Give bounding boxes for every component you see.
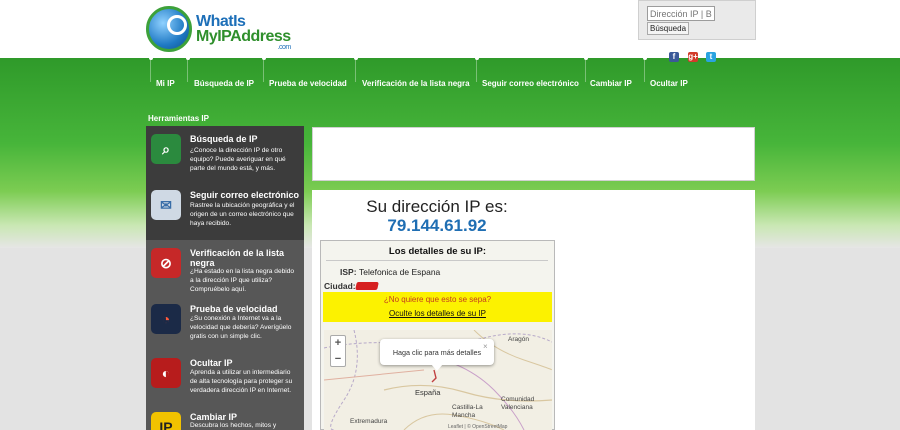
sidebar-item-desc: Rastree la ubicación geográfica y el ori… xyxy=(190,202,295,227)
nav-cambiar-ip[interactable]: Cambiar IP xyxy=(590,79,632,88)
spy-icon: ◐ xyxy=(151,358,181,388)
map-popup-tip xyxy=(431,364,443,371)
map-label-extremadura: Extremadura xyxy=(350,418,388,425)
ip-address-value: 79.144.61.92 xyxy=(387,216,487,235)
sidebar-item-desc: ¿Ha estado en la lista negra debido a la… xyxy=(190,268,295,293)
ad-banner xyxy=(312,127,755,181)
nav-line xyxy=(476,60,477,82)
map-label-aragon: Aragón xyxy=(508,336,529,343)
nav-lista-negra[interactable]: Verificación de la lista negra xyxy=(362,79,470,88)
ip-details-title: Los detalles de su IP: xyxy=(388,246,487,257)
map-label-espana: España xyxy=(415,388,441,397)
map-icon: ✉ xyxy=(151,190,181,220)
nav-mi-ip[interactable]: Mi IP xyxy=(156,79,175,88)
google-plus-icon[interactable]: g+ xyxy=(688,52,698,62)
city-redaction xyxy=(355,282,379,290)
nav-prueba-velocidad[interactable]: Prueba de velocidad xyxy=(269,79,347,88)
nav-line xyxy=(263,60,264,82)
sidebar-item-prueba-velocidad[interactable]: ◔ Prueba de velocidad ¿Su conexión a Int… xyxy=(146,296,304,350)
nav-line xyxy=(187,60,188,82)
sidebar-item-title: Búsqueda de IP xyxy=(190,134,258,144)
sidebar-item-lista-negra[interactable]: ⊘ Verificación de la lista negra ¿Ha est… xyxy=(146,240,304,296)
sidebar-item-title: Ocultar IP xyxy=(190,358,233,368)
close-icon[interactable]: × xyxy=(483,342,488,351)
sidebar-item-title: Prueba de velocidad xyxy=(190,304,278,314)
zoom-in-button[interactable]: + xyxy=(330,335,346,351)
isp-label: ISP: xyxy=(340,267,357,277)
hide-ip-link[interactable]: Oculte los detalles de su IP xyxy=(323,309,552,318)
map-label-castilla: Castilla-La Mancha xyxy=(452,404,483,419)
sidebar-item-desc: Aprenda a utilizar un intermediario de a… xyxy=(190,369,293,394)
sidebar-item-ocultar-ip[interactable]: ◐ Ocultar IP Aprenda a utilizar un inter… xyxy=(146,350,304,406)
logo-text: WhatIs MyIPAddress .com xyxy=(196,14,291,52)
nav-line xyxy=(585,60,586,82)
hide-ip-question: ¿No quiere que esto se sepa? xyxy=(383,295,492,304)
sidebar-item-title: Verificación de la lista negra xyxy=(190,248,285,268)
sidebar-item-seguir-correo[interactable]: ✉ Seguir correo electrónico Rastree la u… xyxy=(146,182,304,240)
blacklist-icon: ⊘ xyxy=(151,248,181,278)
nav-line xyxy=(355,60,356,82)
map-attribution[interactable]: Leaflet | © OpenStreetMap xyxy=(448,424,507,430)
speedometer-icon: ◔ xyxy=(151,304,181,334)
city-label: Ciudad: xyxy=(324,281,356,291)
logo-line2: MyIPAddress xyxy=(196,28,291,45)
change-ip-icon: IP xyxy=(151,412,181,430)
subnav-herramientas[interactable]: Herramientas IP xyxy=(148,114,209,123)
sidebar-item-title: Seguir correo electrónico xyxy=(190,190,300,200)
map-label-valenciana: Comunidad Valenciana xyxy=(501,396,535,411)
sidebar-item-desc: ¿Conoce la dirección IP de otro equipo? … xyxy=(190,147,286,172)
sidebar-item-busqueda-ip[interactable]: ⌕ Búsqueda de IP ¿Conoce la dirección IP… xyxy=(146,126,304,182)
isp-value: Telefonica de Espana xyxy=(359,267,441,277)
header-background xyxy=(0,0,900,60)
nav-ocultar-ip[interactable]: Ocultar IP xyxy=(650,79,688,88)
sidebar-item-desc: Descubra los hechos, mitos y xyxy=(190,422,277,429)
nav-seguir-correo[interactable]: Seguir correo electrónico xyxy=(482,79,579,88)
nav-line xyxy=(150,60,151,82)
search-input[interactable] xyxy=(647,6,715,21)
sidebar-item-cambiar-ip[interactable]: IP Cambiar IP Descubra los hechos, mitos… xyxy=(146,404,304,430)
logo-dotcom: .com xyxy=(277,44,292,51)
twitter-icon[interactable]: t xyxy=(706,52,716,62)
ip-heading: Su dirección IP es: xyxy=(366,197,508,216)
search-button[interactable]: Búsqueda xyxy=(647,22,689,35)
zoom-out-button[interactable]: − xyxy=(330,351,346,367)
divider xyxy=(326,260,548,261)
map-popup-text: Haga clic para más detalles xyxy=(392,348,482,357)
globe-icon xyxy=(146,6,192,52)
nav-busqueda-ip[interactable]: Búsqueda de IP xyxy=(194,79,254,88)
facebook-icon[interactable]: f xyxy=(669,52,679,62)
sidebar-item-desc: ¿Su conexión a Internet va a la velocida… xyxy=(190,315,292,340)
magnifier-icon: ⌕ xyxy=(151,134,181,164)
nav-line xyxy=(644,60,645,82)
site-logo[interactable]: WhatIs MyIPAddress .com xyxy=(146,6,291,54)
